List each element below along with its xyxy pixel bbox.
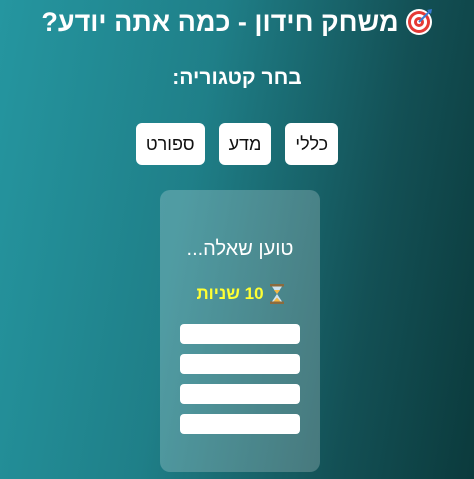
- answer-button-4[interactable]: [180, 414, 300, 434]
- timer-text: 10 שניות: [196, 284, 264, 303]
- answer-button-1[interactable]: [180, 324, 300, 344]
- page-title: משחק חידון - כמה אתה יודע?: [0, 2, 474, 42]
- category-prompt: בחר קטגוריה:: [172, 66, 302, 89]
- answer-list: [180, 324, 300, 444]
- category-button-general[interactable]: כללי: [285, 123, 339, 165]
- category-button-sports[interactable]: ספורט: [135, 123, 205, 165]
- question-text: טוען שאלה...: [186, 238, 294, 260]
- category-button-science[interactable]: מדע: [218, 123, 272, 165]
- timer: 10 שניות: [160, 284, 320, 304]
- title-text: משחק חידון - כמה אתה יודע?: [41, 6, 399, 37]
- answer-button-2[interactable]: [180, 354, 300, 374]
- target-icon: [405, 8, 433, 36]
- category-buttons: ספורט מדע כללי: [0, 123, 474, 165]
- quiz-card: טוען שאלה... 10 שניות: [160, 190, 320, 472]
- hourglass-icon: [269, 284, 284, 304]
- answer-button-3[interactable]: [180, 384, 300, 404]
